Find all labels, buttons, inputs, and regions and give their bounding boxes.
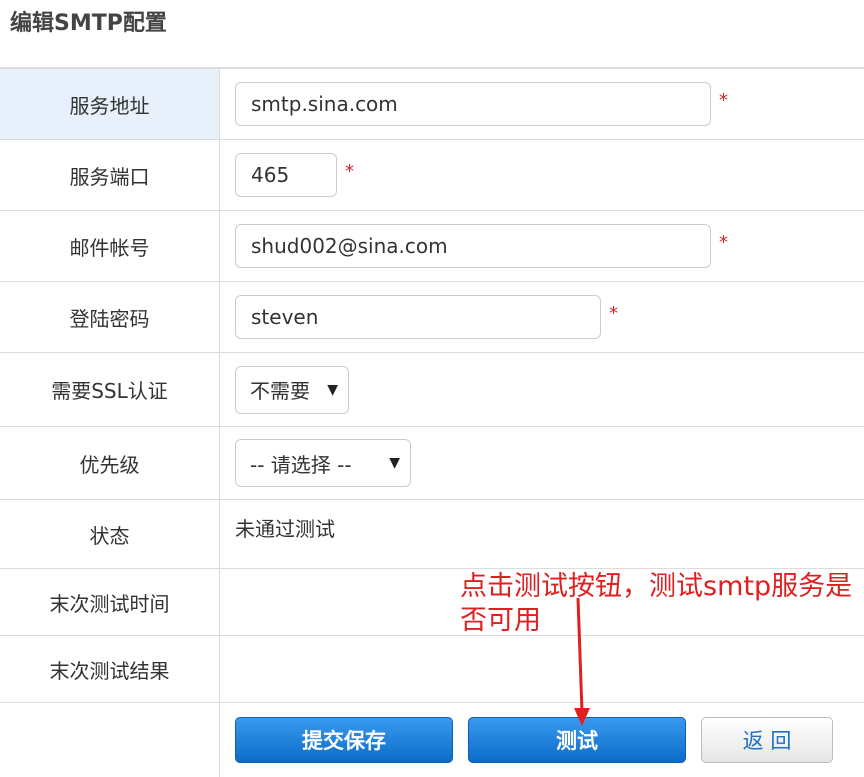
row-password: 登陆密码 * [0, 282, 864, 353]
port-cell: * [220, 140, 864, 210]
smtp-form: 服务地址 * 服务端口 * 邮件帐号 * 登陆密码 * 需要SSL认证 不需要 [0, 67, 864, 777]
required-mark: * [719, 89, 728, 111]
test-button[interactable]: 测试 [468, 717, 686, 763]
priority-cell: -- 请选择 -- ▼ [220, 427, 864, 499]
password-cell: * [220, 282, 864, 352]
password-input[interactable] [235, 295, 601, 339]
last-test-time-label: 末次测试时间 [0, 569, 220, 635]
row-ssl: 需要SSL认证 不需要 ▼ [0, 353, 864, 427]
password-label: 登陆密码 [0, 282, 220, 352]
status-value: 未通过测试 [235, 516, 335, 541]
priority-select[interactable]: -- 请选择 -- ▼ [235, 439, 411, 487]
ssl-selected-value: 不需要 [250, 379, 310, 403]
actions-cell: 提交保存 测试 返 回 [220, 703, 864, 777]
submit-save-button[interactable]: 提交保存 [235, 717, 453, 763]
page-title: 编辑SMTP配置 [10, 11, 167, 36]
row-port: 服务端口 * [0, 140, 864, 211]
port-input[interactable] [235, 153, 337, 197]
priority-label: 优先级 [0, 427, 220, 499]
annotation-text: 点击测试按钮，测试smtp服务是否可用 [460, 571, 853, 636]
server-label: 服务地址 [0, 69, 220, 139]
row-account: 邮件帐号 * [0, 211, 864, 282]
account-label: 邮件帐号 [0, 211, 220, 281]
row-priority: 优先级 -- 请选择 -- ▼ [0, 427, 864, 500]
port-label: 服务端口 [0, 140, 220, 210]
row-status: 状态 未通过测试 [0, 500, 864, 569]
actions-label [0, 703, 220, 777]
server-cell: * [220, 69, 864, 139]
ssl-label: 需要SSL认证 [0, 353, 220, 426]
required-mark: * [609, 302, 618, 324]
row-server: 服务地址 * [0, 69, 864, 140]
chevron-down-icon: ▼ [327, 381, 338, 398]
back-button[interactable]: 返 回 [701, 717, 833, 763]
ssl-cell: 不需要 ▼ [220, 353, 864, 426]
chevron-down-icon: ▼ [389, 455, 400, 471]
row-actions: 提交保存 测试 返 回 [0, 703, 864, 777]
ssl-select[interactable]: 不需要 ▼ [235, 365, 349, 414]
last-test-result-label: 末次测试结果 [0, 636, 220, 702]
status-label: 状态 [0, 500, 220, 568]
row-last-test-result: 末次测试结果 [0, 636, 864, 703]
required-mark: * [719, 231, 728, 253]
priority-selected-value: -- 请选择 -- [250, 452, 352, 477]
required-mark: * [345, 160, 354, 182]
status-cell: 未通过测试 [220, 500, 864, 568]
server-input[interactable] [235, 82, 711, 126]
last-test-result-value [220, 636, 864, 702]
account-input[interactable] [235, 224, 711, 268]
account-cell: * [220, 211, 864, 281]
